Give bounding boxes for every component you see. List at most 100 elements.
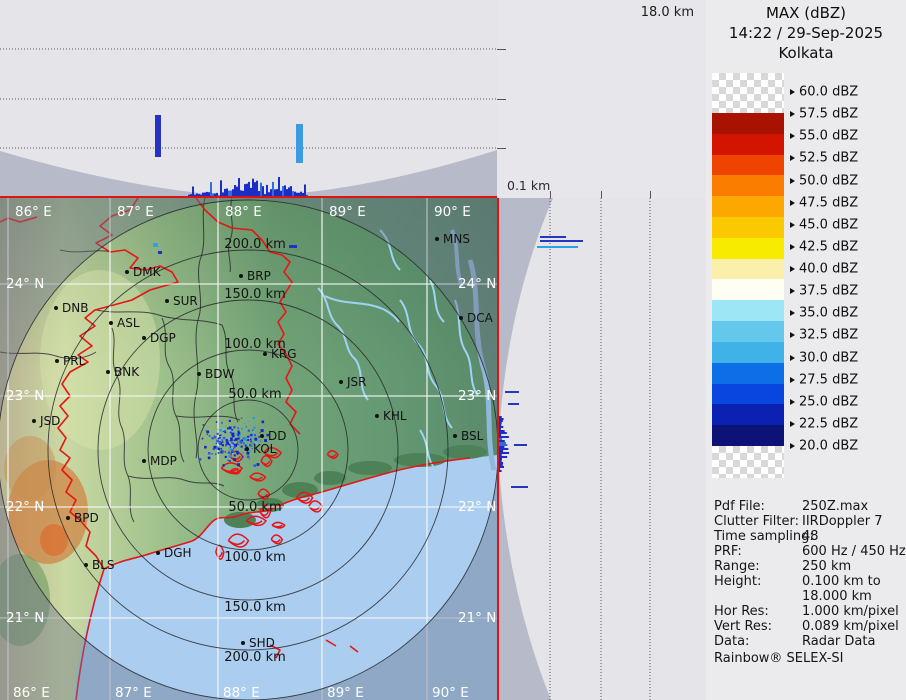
- product-title: MAX (dBZ): [765, 4, 847, 22]
- legend-tick-arrow: [790, 111, 795, 118]
- legend-tick-arrow: [790, 89, 795, 95]
- legend-tick-arrow: [790, 398, 795, 405]
- radar-map-panel: 86° E 86° E 87° E 87° E 88° E 88° E 89° E 89° E…: [0, 198, 497, 700]
- info-row-label: Time sampling:: [714, 529, 814, 544]
- station-dot: [165, 299, 169, 303]
- info-row-value: Radar Data: [802, 634, 876, 649]
- info-row-value: 0.089 km/pixel: [802, 619, 899, 634]
- longitude-label: 88° E: [223, 685, 260, 700]
- station-dot: [55, 359, 59, 363]
- info-row-label: Height:: [714, 574, 762, 589]
- legend-transparent-band: [712, 73, 784, 113]
- top-profile-background: [0, 0, 497, 198]
- right-height-profile-panel: [497, 198, 706, 700]
- latitude-label: 24° N: [458, 276, 496, 292]
- longitude-label: 86° E: [15, 204, 52, 220]
- station-label: JSR: [346, 375, 367, 389]
- station-dot: [260, 434, 264, 438]
- station-label: BSL: [461, 429, 484, 443]
- info-row-value: 48: [802, 529, 819, 544]
- station-dot: [197, 372, 201, 376]
- station-label: BDW: [205, 367, 234, 381]
- info-row-label: Pdf File:: [714, 499, 765, 514]
- station-label: DGH: [164, 546, 192, 560]
- height-tick: [497, 148, 506, 149]
- longitude-label: 86° E: [13, 685, 50, 700]
- station-label: DCA: [467, 311, 494, 325]
- station-dot: [339, 380, 343, 384]
- latitude-label: 21° N: [458, 610, 496, 626]
- station-label: KHL: [383, 409, 407, 423]
- latitude-label: 21° N: [6, 610, 44, 626]
- station-dot: [142, 336, 146, 340]
- legend-color-band: [712, 113, 784, 135]
- legend-value-label: 25.0 dBZ: [799, 394, 859, 410]
- legend-value-label: 57.5 dBZ: [799, 106, 859, 122]
- radar-display-window: 18.0 km 0.1 km 86° E 86° E 87° E 87° E 8…: [0, 0, 906, 700]
- station-label: MNS: [443, 232, 470, 246]
- latitude-label: 22° N: [6, 499, 44, 515]
- height-tick: [550, 191, 551, 198]
- legend-panel: MAX (dBZ) 14:22 / 29-Sep-2025 Kolkata 60…: [706, 0, 906, 700]
- station-dot: [241, 641, 245, 645]
- legend-tick-arrow: [790, 177, 795, 184]
- latitude-label: 22° N: [458, 499, 496, 515]
- latitude-label: 23° N: [458, 388, 496, 404]
- longitude-label: 88° E: [225, 204, 262, 220]
- height-tick: [650, 191, 651, 198]
- station-dot: [32, 419, 36, 423]
- station-label: MDP: [150, 454, 177, 468]
- info-row-value: 250Z.max: [802, 499, 869, 514]
- info-row-value: 600 Hz / 450 Hz: [802, 544, 906, 559]
- legend-value-label: 40.0 dBZ: [799, 261, 859, 277]
- info-row-label: Clutter Filter:: [714, 514, 799, 529]
- legend-color-band: [712, 383, 784, 405]
- info-row-label: Range:: [714, 559, 760, 574]
- legend-value-label: 45.0 dBZ: [799, 217, 859, 233]
- info-row-value: IIRDoppler 7: [802, 514, 883, 529]
- info-row-value: 18.000 km: [802, 589, 872, 604]
- station-label: BNK: [114, 365, 140, 379]
- height-tick: [497, 99, 506, 100]
- station-label: BRP: [247, 269, 271, 283]
- legend-value-label: 32.5 dBZ: [799, 327, 859, 343]
- legend-value-label: 30.0 dBZ: [799, 350, 859, 365]
- legend-color-band: [712, 341, 784, 364]
- station-label: SHD: [249, 636, 275, 650]
- max-height-label: 18.0 km: [640, 5, 694, 20]
- legend-color-band: [712, 404, 784, 426]
- legend-value-label: 50.0 dBZ: [799, 173, 859, 188]
- legend-color-band: [712, 154, 784, 176]
- station-dot: [142, 459, 146, 463]
- range-ring-label: 200.0 km: [224, 650, 286, 665]
- longitude-label: 89° E: [327, 685, 364, 700]
- station-dot: [263, 352, 267, 356]
- height-tick: [601, 191, 602, 198]
- station-dot: [459, 316, 463, 320]
- legend-color-band: [712, 217, 784, 239]
- longitude-label: 87° E: [117, 204, 154, 220]
- station-dot: [375, 414, 379, 418]
- software-brand: Rainbow® SELEX-SI: [714, 651, 844, 666]
- station-dot: [245, 447, 249, 451]
- latitude-label: 23° N: [6, 388, 44, 404]
- range-ring-label: 100.0 km: [224, 550, 286, 565]
- legend-tick-arrow: [790, 420, 795, 427]
- legend-tick-arrow: [790, 243, 795, 250]
- range-ring-label: 50.0 km: [228, 387, 281, 402]
- legend-transparent-band: [712, 445, 784, 478]
- legend-tick-arrow: [790, 266, 795, 272]
- station-label: PRL: [63, 354, 86, 368]
- legend-tick-arrow: [790, 133, 795, 140]
- height-baseline: [497, 198, 499, 700]
- legend-color-band: [712, 133, 784, 156]
- min-height-label: 0.1 km: [507, 178, 551, 193]
- top-height-profile-panel: [0, 0, 497, 198]
- legend-value-label: 37.5 dBZ: [799, 283, 859, 299]
- legend-color-band: [712, 300, 784, 322]
- site-name: Kolkata: [778, 44, 834, 62]
- station-dot: [435, 237, 439, 241]
- legend-tick-arrow: [790, 288, 795, 295]
- legend-color-band: [712, 321, 784, 343]
- legend-color-band: [712, 258, 784, 280]
